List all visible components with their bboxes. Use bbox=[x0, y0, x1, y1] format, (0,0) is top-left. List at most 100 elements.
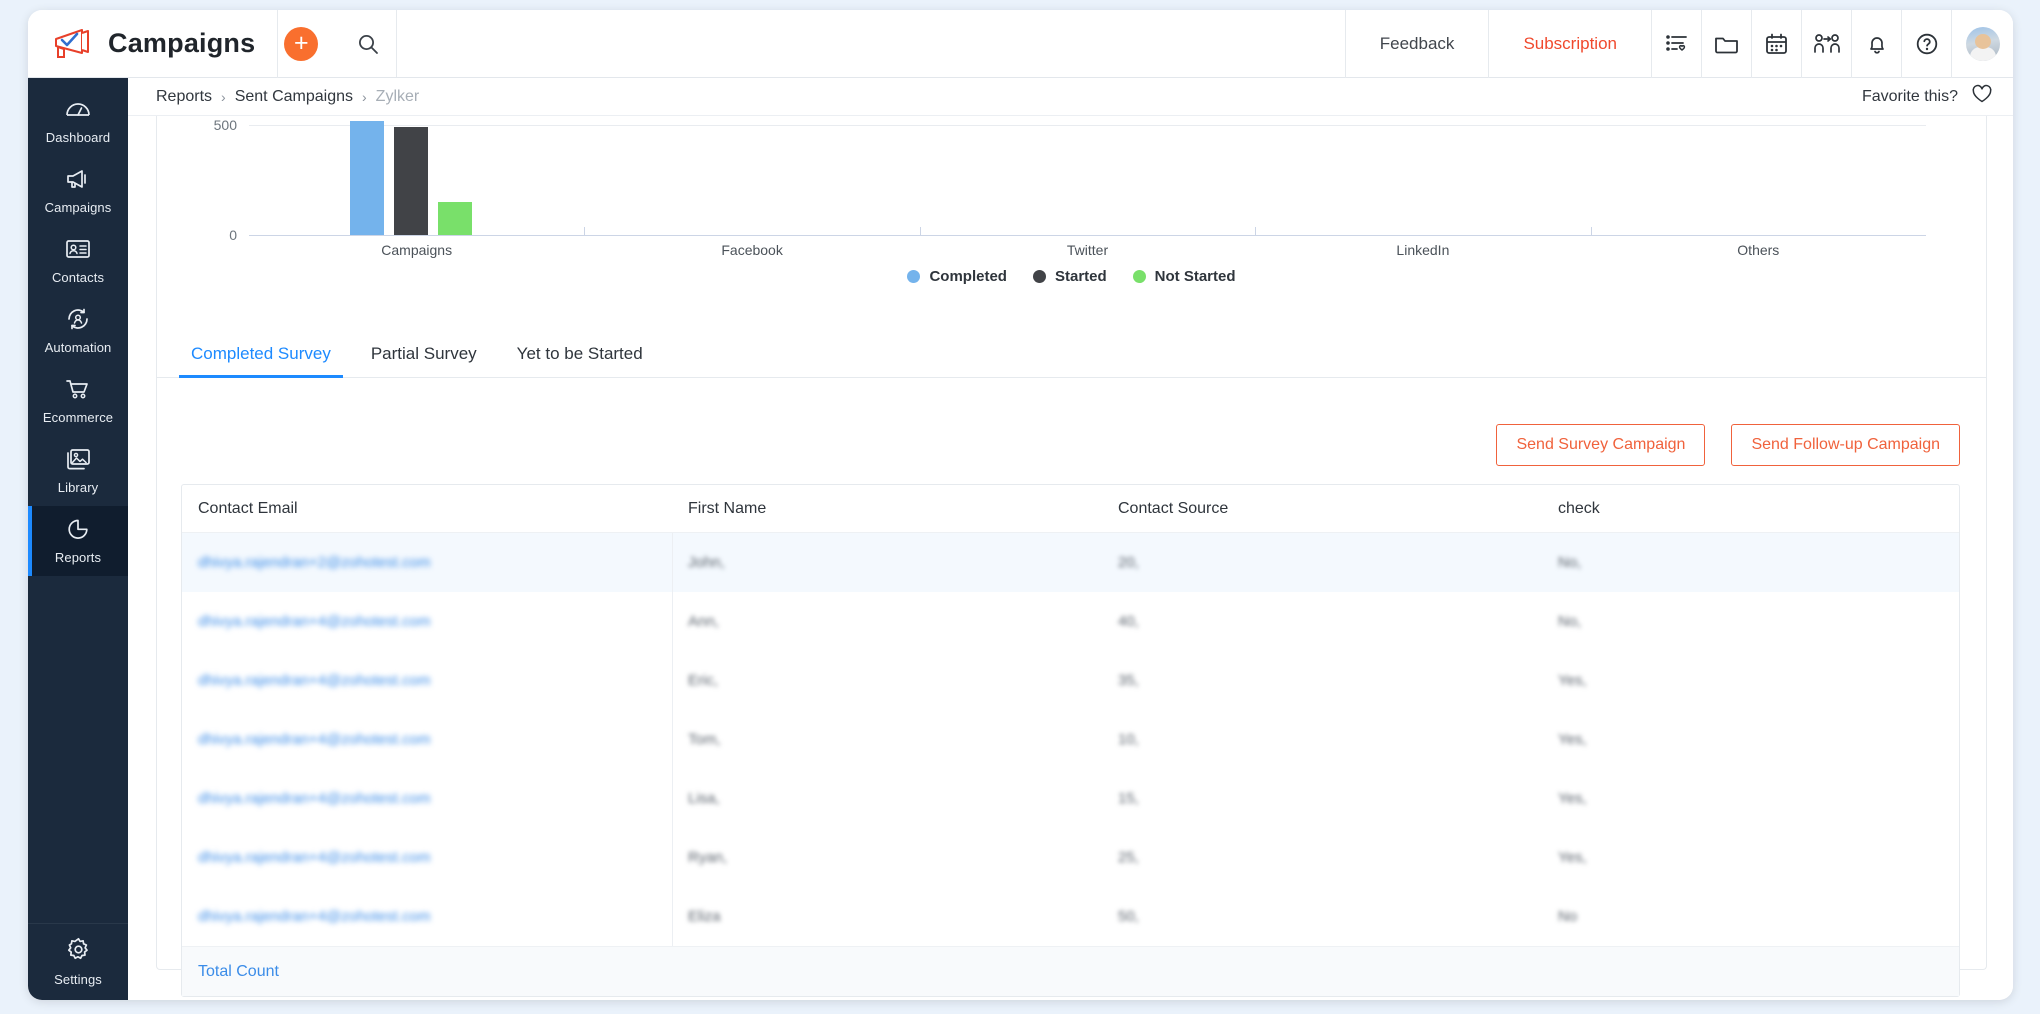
top-bar: Campaigns + Feedback Subscription bbox=[28, 10, 2013, 78]
calendar-icon[interactable] bbox=[1751, 10, 1801, 78]
sidebar-item-label: Dashboard bbox=[45, 129, 111, 145]
legend-label: Not Started bbox=[1154, 268, 1236, 285]
cell-contact-email[interactable]: dhivya.rajendran+4@zohotest.com bbox=[182, 790, 672, 807]
legend-swatch-icon bbox=[907, 270, 921, 283]
app-window: Campaigns + Feedback Subscription Dashbo… bbox=[28, 10, 2013, 1000]
cell-contact-email[interactable]: dhivya.rajendran+4@zohotest.com bbox=[182, 849, 672, 866]
chart-plot-area: 500 0 bbox=[214, 116, 1926, 243]
column-header-check[interactable]: check bbox=[1542, 500, 1959, 518]
cell-check: No, bbox=[1558, 613, 1582, 630]
sidebar-item-ecommerce[interactable]: Ecommerce bbox=[28, 366, 128, 436]
add-button[interactable]: + bbox=[284, 26, 319, 61]
sidebar-item-label: Reports bbox=[54, 549, 102, 565]
table-row[interactable]: dhivya.rajendran+4@zohotest.com Eric, 35… bbox=[182, 651, 1959, 710]
sidebar-item-label: Campaigns bbox=[44, 199, 112, 215]
table-row[interactable]: dhivya.rajendran+4@zohotest.com Ryan, 25… bbox=[182, 828, 1959, 887]
tab-completed-survey[interactable]: Completed Survey bbox=[171, 344, 351, 378]
cell-first-name: Eliza bbox=[688, 908, 721, 925]
table-footer: Total Count bbox=[182, 946, 1959, 996]
cell-contact-email[interactable]: dhivya.rajendran+4@zohotest.com bbox=[182, 613, 672, 630]
cell-check: Yes, bbox=[1558, 672, 1587, 689]
send-followup-campaign-button[interactable]: Send Follow-up Campaign bbox=[1731, 424, 1960, 466]
sidebar-item-campaigns[interactable]: Campaigns bbox=[28, 156, 128, 226]
sidebar-item-dashboard[interactable]: Dashboard bbox=[28, 86, 128, 156]
cell-first-name: Ryan, bbox=[688, 849, 728, 866]
sidebar-item-automation[interactable]: Automation bbox=[28, 296, 128, 366]
sidebar-item-contacts[interactable]: Contacts bbox=[28, 226, 128, 296]
survey-bar-chart: 500 0 Campaigns Facebook Twitter LinkedI… bbox=[157, 116, 1986, 296]
chart-bar-started[interactable] bbox=[393, 127, 428, 235]
contact-card-icon bbox=[65, 238, 91, 265]
invite-users-icon[interactable] bbox=[1801, 10, 1851, 78]
topbar-spacer bbox=[396, 10, 1344, 77]
legend-swatch-icon bbox=[1032, 270, 1046, 283]
cell-contact-email[interactable]: dhivya.rajendran+4@zohotest.com bbox=[182, 672, 672, 689]
subscription-button[interactable]: Subscription bbox=[1488, 10, 1651, 78]
table-row[interactable]: dhivya.rajendran+4@zohotest.com Ann, 40,… bbox=[182, 592, 1959, 651]
tab-partial-survey[interactable]: Partial Survey bbox=[351, 344, 497, 377]
legend-label: Completed bbox=[929, 268, 1007, 285]
column-header-contact-email[interactable]: Contact Email bbox=[182, 500, 672, 518]
megaphone-icon bbox=[65, 168, 91, 195]
cell-contact-source: 15, bbox=[1118, 790, 1139, 807]
chart-x-axis bbox=[249, 235, 1926, 236]
favorite-toggle[interactable]: Favorite this? bbox=[1862, 84, 1993, 109]
pie-chart-icon bbox=[65, 518, 91, 545]
total-count-link[interactable]: Total Count bbox=[198, 963, 279, 981]
table-row[interactable]: dhivya.rajendran+2@zohotest.com John, 20… bbox=[182, 533, 1959, 592]
legend-item-not-started[interactable]: Not Started bbox=[1132, 268, 1236, 285]
cell-check: No bbox=[1558, 908, 1578, 925]
table-row[interactable]: dhivya.rajendran+4@zohotest.com Lisa, 15… bbox=[182, 769, 1959, 828]
action-buttons: Send Survey Campaign Send Follow-up Camp… bbox=[157, 378, 1986, 484]
chart-xlabel: Facebook bbox=[721, 242, 783, 258]
cell-contact-email[interactable]: dhivya.rajendran+2@zohotest.com bbox=[182, 554, 672, 571]
table-row[interactable]: dhivya.rajendran+4@zohotest.com Eliza 50… bbox=[182, 887, 1959, 946]
sidebar-item-settings[interactable]: Settings bbox=[28, 924, 128, 1000]
column-header-contact-source[interactable]: Contact Source bbox=[1102, 500, 1542, 518]
sidebar-item-label: Automation bbox=[44, 339, 112, 355]
list-favorite-icon[interactable] bbox=[1651, 10, 1701, 78]
contacts-table: Contact Email First Name Contact Source … bbox=[181, 484, 1960, 997]
cell-contact-email[interactable]: dhivya.rajendran+4@zohotest.com bbox=[182, 908, 672, 925]
brand[interactable]: Campaigns bbox=[28, 10, 277, 77]
user-avatar[interactable] bbox=[1951, 10, 2013, 78]
breadcrumb-item-sent-campaigns[interactable]: Sent Campaigns bbox=[235, 88, 353, 106]
image-library-icon bbox=[65, 448, 91, 475]
breadcrumb: Reports › Sent Campaigns › Zylker Favori… bbox=[128, 78, 2013, 116]
chart-xlabel: Others bbox=[1737, 242, 1780, 258]
legend-item-started[interactable]: Started bbox=[1032, 268, 1107, 285]
help-icon[interactable] bbox=[1901, 10, 1951, 78]
tab-yet-to-be-started[interactable]: Yet to be Started bbox=[497, 344, 663, 377]
sidebar-item-label: Settings bbox=[54, 972, 102, 987]
sidebar-item-reports[interactable]: Reports bbox=[28, 506, 128, 576]
bell-icon[interactable] bbox=[1851, 10, 1901, 78]
gear-icon bbox=[66, 937, 91, 967]
chart-bar-group-campaigns bbox=[349, 121, 472, 235]
folder-icon[interactable] bbox=[1701, 10, 1751, 78]
chart-bar-not-started[interactable] bbox=[437, 202, 472, 235]
search-icon[interactable] bbox=[340, 10, 396, 78]
sidebar-item-library[interactable]: Library bbox=[28, 436, 128, 506]
sidebar: Dashboard Campaigns Contacts Automation … bbox=[28, 78, 128, 1000]
cell-first-name: Tom, bbox=[688, 731, 721, 748]
send-survey-campaign-button[interactable]: Send Survey Campaign bbox=[1496, 424, 1706, 466]
column-header-first-name[interactable]: First Name bbox=[672, 500, 1102, 518]
legend-item-completed[interactable]: Completed bbox=[907, 268, 1007, 285]
report-canvas: 500 0 Campaigns Facebook Twitter LinkedI… bbox=[156, 116, 1987, 997]
divider bbox=[277, 10, 279, 78]
table-row[interactable]: dhivya.rajendran+4@zohotest.com Tom, 10,… bbox=[182, 710, 1959, 769]
chart-xlabel: Twitter bbox=[1066, 242, 1109, 258]
cell-check: Yes, bbox=[1558, 790, 1587, 807]
cell-first-name: Eric, bbox=[688, 672, 718, 689]
chart-bar-completed[interactable] bbox=[349, 121, 384, 235]
cell-check: Yes, bbox=[1558, 849, 1587, 866]
cell-contact-email[interactable]: dhivya.rajendran+4@zohotest.com bbox=[182, 731, 672, 748]
app-title: Campaigns bbox=[108, 28, 256, 58]
chart-ytick-0: 0 bbox=[229, 227, 237, 243]
cell-check: No, bbox=[1558, 554, 1582, 571]
chart-category-separator bbox=[1255, 227, 1257, 236]
feedback-button[interactable]: Feedback bbox=[1344, 10, 1489, 78]
megaphone-logo-icon bbox=[52, 27, 94, 61]
cell-contact-source: 20, bbox=[1118, 554, 1139, 571]
breadcrumb-item-reports[interactable]: Reports bbox=[156, 88, 212, 106]
